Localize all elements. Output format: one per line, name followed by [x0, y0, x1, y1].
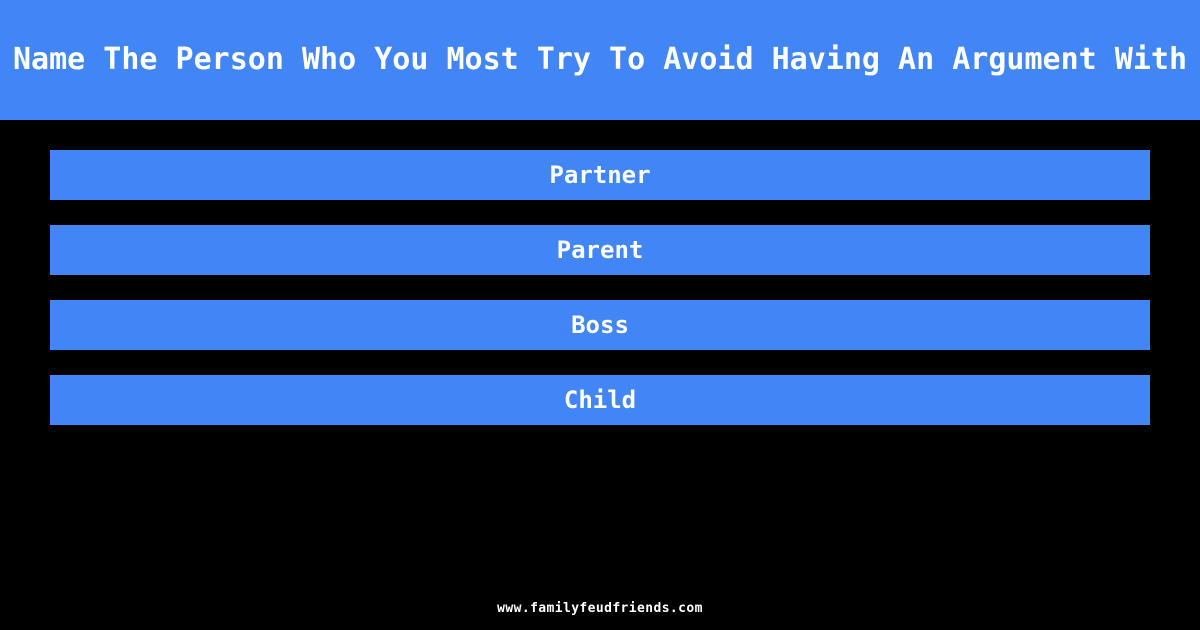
question-text: Name The Person Who You Most Try To Avoi…	[13, 41, 1187, 77]
answer-row[interactable]: Child	[50, 375, 1150, 425]
answer-label: Boss	[571, 311, 629, 339]
question-banner: Name The Person Who You Most Try To Avoi…	[0, 0, 1200, 120]
answer-list: Partner Parent Boss Child	[50, 150, 1150, 425]
answer-label: Partner	[549, 161, 651, 189]
footer: www.familyfeudfriends.com	[0, 597, 1200, 619]
answer-label: Child	[563, 386, 637, 414]
answer-row[interactable]: Boss	[50, 300, 1150, 350]
site-url[interactable]: www.familyfeudfriends.com	[497, 601, 703, 616]
answer-row[interactable]: Parent	[50, 225, 1150, 275]
answer-label: Parent	[556, 236, 644, 264]
question-card: Name The Person Who You Most Try To Avoi…	[0, 0, 1200, 630]
answer-row[interactable]: Partner	[50, 150, 1150, 200]
